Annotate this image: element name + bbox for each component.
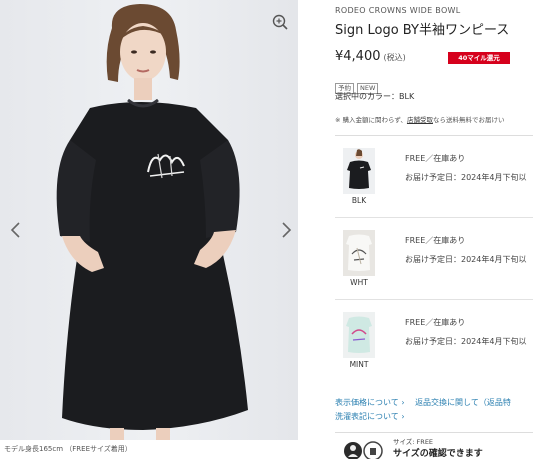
- tax-label: (税込): [383, 53, 406, 62]
- selected-color: 選択中のカラー：BLK: [335, 92, 415, 101]
- info-links-row-2: 洗濯表記について ›: [335, 411, 405, 422]
- product-main-image[interactable]: [0, 0, 298, 440]
- model-caption: モデル身長165cm （FREEサイズ着用）: [4, 445, 132, 453]
- link-arrow-icon: ›: [401, 398, 405, 407]
- product-info-panel: RODEO CROWNS WIDE BOWL Sign Logo BY半袖ワンピ…: [335, 0, 533, 459]
- link-arrow-icon: ›: [401, 412, 405, 421]
- price-value: ¥4,400: [335, 49, 381, 64]
- sku-row-mint[interactable]: MINT FREE／在庫あり お届け予定日：2024年4月下旬以: [335, 300, 533, 382]
- sku-color-blk: BLK: [351, 196, 367, 205]
- returns-link[interactable]: 返品交換に関して（返品特: [415, 398, 511, 407]
- product-title: Sign Logo BY半袖ワンピース: [335, 23, 510, 38]
- mile-badge: 40マイル還元: [448, 52, 510, 64]
- sku-thumbnail-blk[interactable]: [343, 148, 375, 194]
- zoom-icon[interactable]: [270, 12, 290, 32]
- sku-stock-blk: FREE／在庫あり: [405, 154, 466, 163]
- sku-thumbnail-mint[interactable]: [343, 312, 375, 358]
- model-photo: [56, 4, 248, 440]
- price-row: ¥4,400 (税込): [335, 49, 406, 64]
- sku-row-blk[interactable]: BLK FREE／在庫あり お届け予定日：2024年4月下旬以: [335, 136, 533, 218]
- note-suffix: なら送料無料でお届けい: [432, 116, 505, 124]
- sku-row-wht[interactable]: WHT FREE／在庫あり お届け予定日：2024年4月下旬以: [335, 218, 533, 300]
- size-avatar-icon: [344, 441, 383, 459]
- sku-delivery-blk: お届け予定日：2024年4月下旬以: [405, 173, 527, 182]
- store-pickup-link[interactable]: 店舗受取: [407, 116, 433, 124]
- product-gallery: モデル身長165cm （FREEサイズ着用）: [0, 0, 298, 459]
- shipping-note: ※ 購入金額に関わらず、店舗受取なら送料無料でお届けい: [335, 114, 504, 124]
- note-prefix: ※ 購入金額に関わらず、: [335, 116, 407, 124]
- sku-thumbnail-wht[interactable]: [343, 230, 375, 276]
- brand-name[interactable]: RODEO CROWNS WIDE BOWL: [335, 6, 461, 15]
- chevron-left-icon[interactable]: [9, 222, 23, 238]
- chevron-right-icon[interactable]: [279, 222, 293, 238]
- info-links-row-1: 表示価格について › 返品交換に関して（返品特: [335, 397, 511, 408]
- sku-stock-mint: FREE／在庫あり: [405, 318, 466, 327]
- sku-delivery-mint: お届け予定日：2024年4月下旬以: [405, 337, 527, 346]
- size-check-text: サイズの確認できます: [393, 449, 483, 459]
- sku-stock-wht: FREE／在庫あり: [405, 236, 466, 245]
- sku-delivery-wht: お届け予定日：2024年4月下旬以: [405, 255, 527, 264]
- sku-color-wht: WHT: [350, 278, 368, 287]
- display-price-link[interactable]: 表示価格について: [335, 398, 399, 407]
- laundry-link[interactable]: 洗濯表記について: [335, 412, 399, 421]
- size-label: サイズ: FREE: [393, 438, 434, 446]
- sku-color-mint: MINT: [349, 360, 369, 369]
